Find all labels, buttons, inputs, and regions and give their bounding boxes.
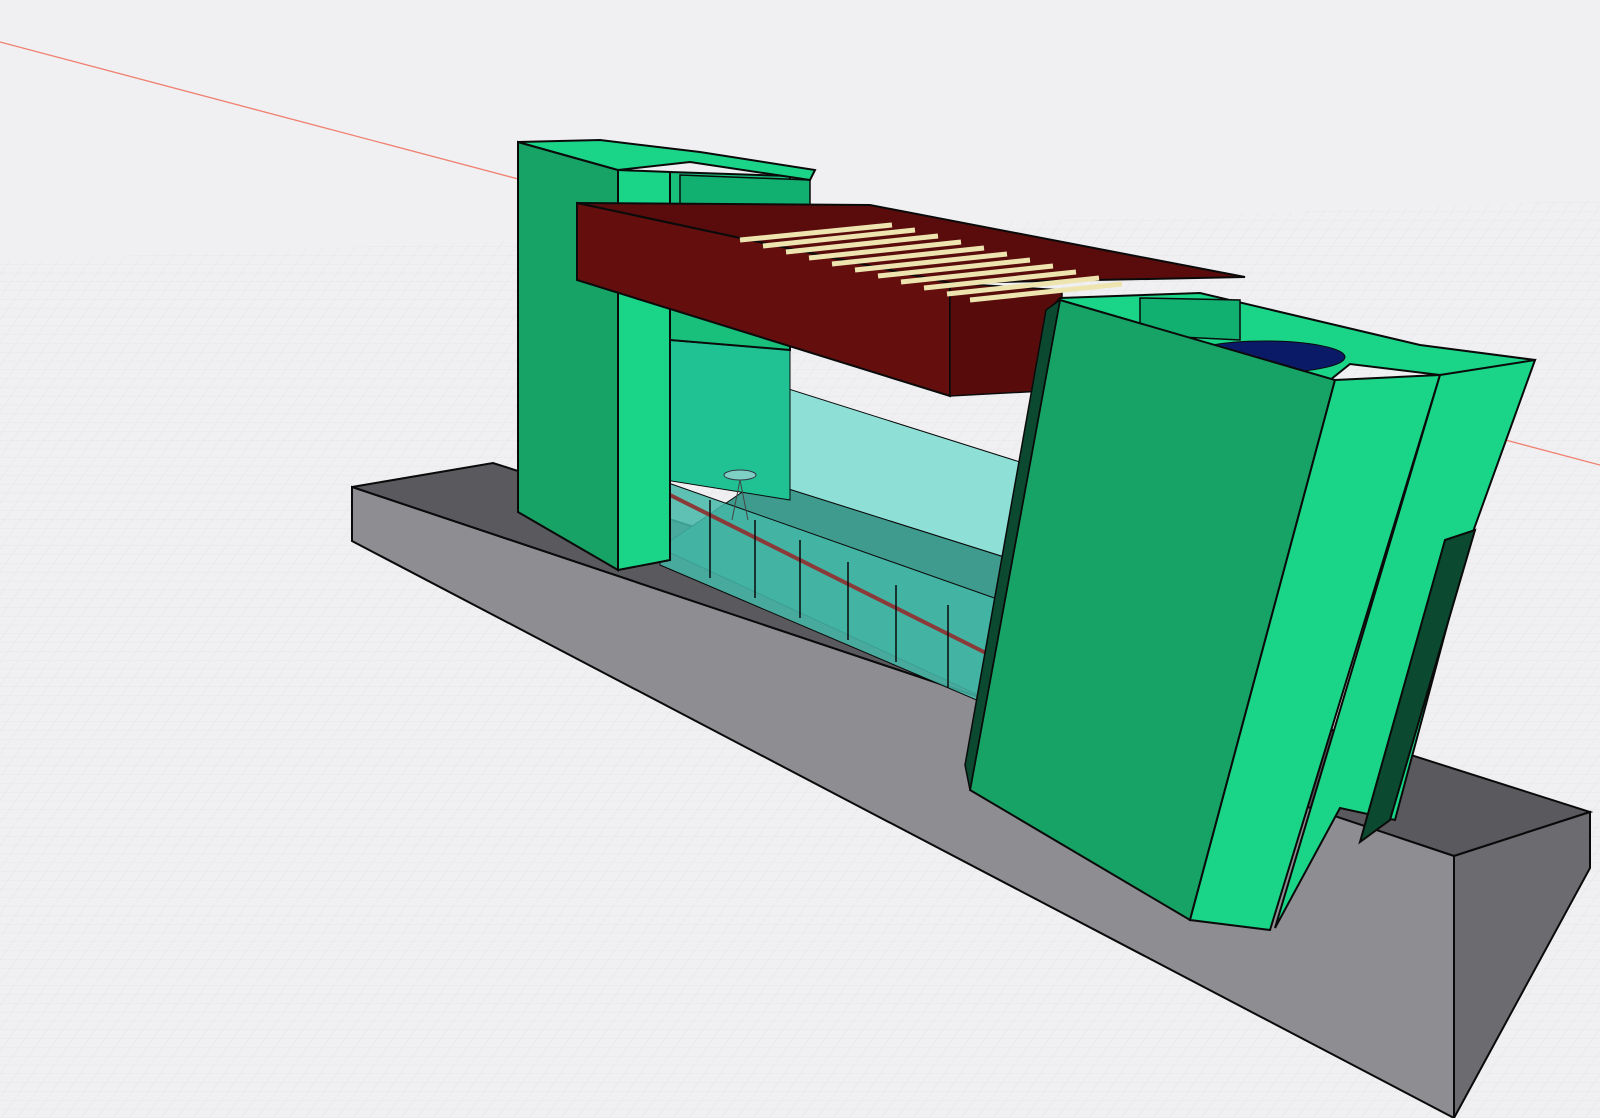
3d-viewport[interactable] (0, 0, 1600, 1118)
model-scene[interactable] (0, 0, 1600, 1118)
table-top (723, 469, 757, 481)
